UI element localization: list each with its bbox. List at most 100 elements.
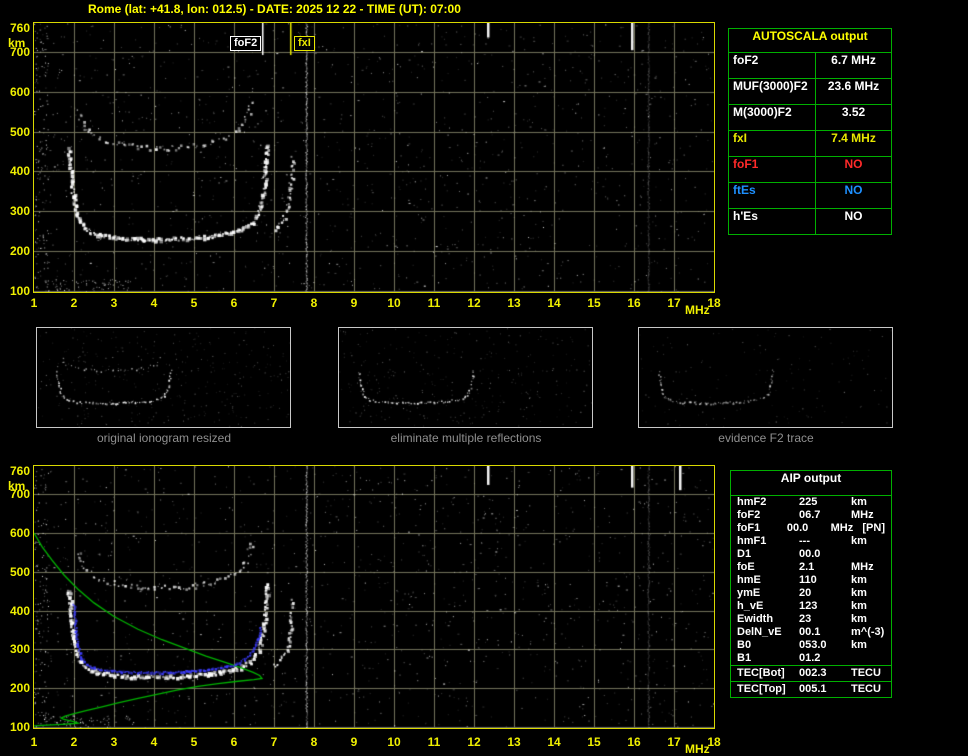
x-tick-label: 14 <box>547 735 561 749</box>
aip-value: --- <box>799 535 810 547</box>
aip-name: Ewidth <box>737 613 774 625</box>
x-tick-label: 17 <box>667 735 681 749</box>
aip-unit: m^(-3) <box>851 626 885 638</box>
row-value: 6.7 MHz <box>831 53 876 67</box>
row-label: foF2 <box>729 53 816 78</box>
x-axis-unit-label: MHz <box>685 303 710 317</box>
aip-name: TEC[Top] <box>737 683 786 695</box>
aip-row: h_vE 123 km <box>731 600 891 613</box>
aip-name: TEC[Bot] <box>737 667 785 679</box>
aip-row: D1 00.0 <box>731 548 891 561</box>
aip-name: hmE <box>737 574 761 586</box>
x-tick-label: 7 <box>270 296 278 310</box>
y-tick-label: 100 <box>9 284 30 298</box>
bottom-ionogram-canvas <box>34 466 714 728</box>
x-tick-label: 12 <box>467 735 481 749</box>
aip-row: foF1 00.0 MHz [PN] <box>731 522 891 535</box>
thumbnail-evidence-f2-trace <box>638 327 893 428</box>
y-tick-label: 500 <box>9 564 30 579</box>
x-tick-label: 9 <box>350 296 358 310</box>
aip-name: DelN_vE <box>737 626 782 638</box>
y-tick-label: 760 <box>9 464 30 478</box>
row-label: ftEs <box>729 183 816 208</box>
aip-unit: km <box>851 574 867 586</box>
aip-row: DelN_vE 00.1 m^(-3) <box>731 626 891 639</box>
aip-row: foE 2.1 MHz <box>731 561 891 574</box>
aip-row: ymE 20 km <box>731 587 891 600</box>
aip-value: 06.7 <box>799 509 821 521</box>
x-tick-label: 16 <box>627 735 641 749</box>
x-tick-label: 12 <box>467 296 481 310</box>
aip-row: B0 053.0 km <box>731 639 891 652</box>
row-label: M(3000)F2 <box>729 105 816 130</box>
aip-name: ymE <box>737 587 761 599</box>
thumbnail-eliminate-multiples <box>338 327 593 428</box>
x-tick-label: 13 <box>507 296 521 310</box>
y-tick-label: 300 <box>9 642 30 657</box>
x-tick-label: 15 <box>587 735 601 749</box>
x-tick-label: 11 <box>427 735 441 749</box>
aip-value: 2.1 <box>799 561 815 573</box>
y-tick-label: 600 <box>9 526 30 541</box>
table-row: M(3000)F2 3.52 <box>729 105 891 131</box>
aip-unit: TECU <box>851 683 881 695</box>
table-row: fxI 7.4 MHz <box>729 131 891 157</box>
y-axis-unit-label: km <box>8 479 26 493</box>
x-tick-label: 13 <box>507 735 521 749</box>
aip-output-table: AIP output hmF2 225 km foF2 06.7 MHz foF1 00.0 M… <box>730 470 892 698</box>
autoscala-table-header: AUTOSCALA output <box>729 29 891 53</box>
aip-value: 123 <box>799 600 818 612</box>
x-tick-label: 2 <box>70 735 78 749</box>
row-label: foF1 <box>729 157 816 182</box>
row-value: NO <box>844 209 863 223</box>
aip-row: TEC[Bot] 002.3 TECU <box>731 665 891 681</box>
table-row: h'Es NO <box>729 209 891 234</box>
x-tick-label: 11 <box>427 296 441 310</box>
aip-name: foE <box>737 561 755 573</box>
x-tick-label: 14 <box>547 296 561 310</box>
x-tick-label: 9 <box>350 735 358 749</box>
aip-value: 005.1 <box>799 683 827 695</box>
row-value: NO <box>844 183 863 197</box>
aip-unit: MHz <box>851 561 874 573</box>
aip-value: 002.3 <box>799 667 827 679</box>
aip-value: 00.0 <box>786 522 809 534</box>
aip-value: 01.2 <box>799 652 821 664</box>
aip-value: 00.0 <box>799 548 821 560</box>
y-tick-label: 500 <box>9 124 30 139</box>
table-row: MUF(3000)F2 23.6 MHz <box>729 79 891 105</box>
y-tick-label: 400 <box>9 164 30 179</box>
aip-value: 00.1 <box>799 626 821 638</box>
x-tick-label: 6 <box>230 296 238 310</box>
aip-row: hmF2 225 km <box>731 496 891 509</box>
aip-name: h_vE <box>737 600 764 612</box>
aip-name: foF1 <box>737 522 761 534</box>
page-title: Rome (lat: +41.8, lon: 012.5) - DATE: 20… <box>88 2 461 16</box>
aip-row: foF2 06.7 MHz <box>731 509 891 522</box>
y-tick-label: 100 <box>9 720 30 734</box>
x-tick-label: 4 <box>150 735 158 749</box>
y-tick-label: 300 <box>9 204 30 219</box>
aip-row: Ewidth 23 km <box>731 613 891 626</box>
y-tick-label: 200 <box>9 244 30 259</box>
row-label: MUF(3000)F2 <box>729 79 816 104</box>
aip-name: B1 <box>737 652 752 664</box>
x-tick-label: 16 <box>627 296 641 310</box>
y-tick-label: 600 <box>9 84 30 99</box>
aip-name: D1 <box>737 548 752 560</box>
aip-table-header: AIP output <box>731 471 891 496</box>
aip-unit: km <box>851 496 867 508</box>
aip-row: TEC[Top] 005.1 TECU <box>731 681 891 697</box>
autoscala-output-table: AUTOSCALA output foF2 6.7 MHz MUF(3000)F2 2… <box>728 28 892 235</box>
row-value: 3.52 <box>841 105 866 119</box>
thumbnail-original-ionogram <box>36 327 291 428</box>
y-tick-label: 200 <box>9 681 30 696</box>
aip-unit: MHz <box>851 509 874 521</box>
x-tick-label: 17 <box>667 296 681 310</box>
row-value: 7.4 MHz <box>831 131 876 145</box>
row-value: NO <box>844 157 863 171</box>
aip-name: B0 <box>737 639 752 651</box>
aip-value: 225 <box>799 496 818 508</box>
aip-row: hmF1 --- km <box>731 535 891 548</box>
aip-name: hmF1 <box>737 535 767 547</box>
